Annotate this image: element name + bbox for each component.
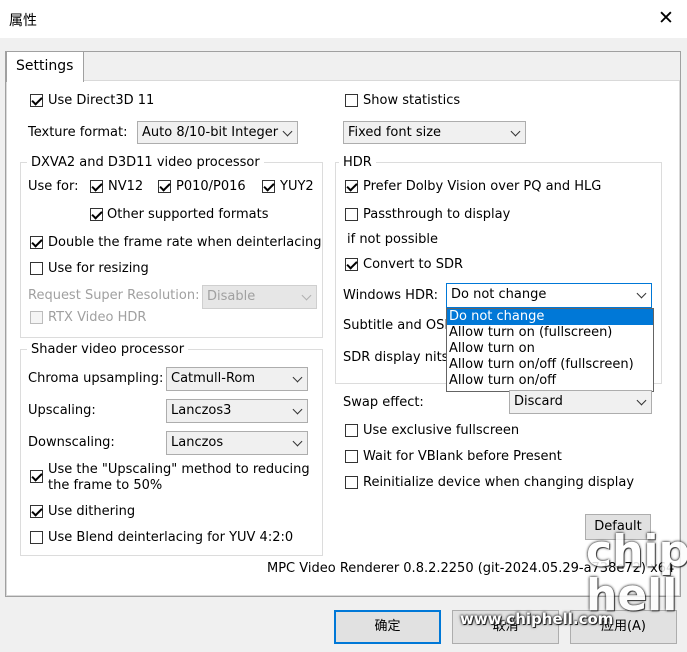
downscaling-value: Lanczos xyxy=(171,435,224,450)
windows-hdr-option[interactable]: Allow turn on xyxy=(447,341,653,357)
hdr-group-title: HDR xyxy=(339,155,376,170)
exclusive-fullscreen-checkbox[interactable] xyxy=(345,424,358,437)
dolby-vision-checkbox[interactable] xyxy=(345,180,358,193)
upscaling-label: Upscaling: xyxy=(28,403,96,418)
chevron-down-icon xyxy=(510,126,521,137)
passthrough-checkbox[interactable] xyxy=(345,208,358,221)
show-stats-label: Show statistics xyxy=(363,93,461,108)
convert-sdr-checkbox[interactable] xyxy=(345,258,358,271)
tab-settings[interactable]: Settings xyxy=(6,51,84,82)
chroma-select[interactable]: Catmull-Rom xyxy=(166,367,308,391)
exclusive-fullscreen-label: Use exclusive fullscreen xyxy=(363,423,520,438)
upscaling-value: Lanczos3 xyxy=(171,403,232,418)
font-size-value: Fixed font size xyxy=(348,125,442,140)
double-frame-rate-label: Double the frame rate when deinterlacing xyxy=(48,235,322,250)
use-for-resizing-label: Use for resizing xyxy=(48,261,149,276)
shader-group-title: Shader video processor xyxy=(27,342,189,357)
windows-hdr-option[interactable]: Allow turn on/off (fullscreen) xyxy=(447,357,653,373)
chevron-down-icon xyxy=(301,290,312,301)
chevron-down-icon xyxy=(636,288,647,299)
other-formats-label: Other supported formats xyxy=(107,207,269,222)
texture-format-label: Texture format: xyxy=(28,125,128,140)
passthrough-label: Passthrough to display xyxy=(363,207,511,222)
request-super-res-select[interactable]: Disable xyxy=(202,285,317,309)
use-for-resizing-checkbox[interactable] xyxy=(30,262,43,275)
chevron-down-icon xyxy=(292,372,303,383)
wait-vblank-checkbox[interactable] xyxy=(345,450,358,463)
windows-hdr-option[interactable]: Allow turn on (fullscreen) xyxy=(447,325,653,341)
watermark-logo: chip hell xyxy=(586,526,687,621)
use-d3d11-label: Use Direct3D 11 xyxy=(48,93,155,108)
yuy2-label: YUY2 xyxy=(280,179,314,194)
reinit-device-checkbox[interactable] xyxy=(345,476,358,489)
use-d3d11-checkbox[interactable] xyxy=(30,94,43,107)
windows-hdr-dropdown: Do not change Allow turn on (fullscreen)… xyxy=(446,308,654,392)
swap-effect-label: Swap effect: xyxy=(343,395,424,410)
use-for-label: Use for: xyxy=(28,179,79,194)
title-bar xyxy=(0,0,687,38)
upscaling-select[interactable]: Lanczos3 xyxy=(166,399,308,423)
upscaling-method-line2: the frame to 50% xyxy=(48,478,163,493)
request-super-res-label: Request Super Resolution: xyxy=(28,288,200,303)
chroma-label: Chroma upsampling: xyxy=(28,371,164,386)
watermark-site: www.chiphell.com xyxy=(460,610,614,628)
rtx-hdr-label: RTX Video HDR xyxy=(48,310,147,325)
chevron-down-icon xyxy=(636,395,647,406)
upscaling-method-label: Use the "Upscaling" method to reducing t… xyxy=(48,462,310,494)
p010-label: P010/P016 xyxy=(176,179,246,194)
convert-sdr-label: Convert to SDR xyxy=(363,257,464,272)
subtitle-osd-label: Subtitle and OSD xyxy=(343,318,455,333)
dithering-checkbox[interactable] xyxy=(30,505,43,518)
ok-button[interactable]: 确定 xyxy=(334,610,441,644)
chevron-down-icon xyxy=(282,126,293,137)
windows-hdr-option[interactable]: Allow turn on/off xyxy=(447,373,653,389)
close-icon[interactable]: ✕ xyxy=(652,4,680,32)
window-title: 属性 xyxy=(9,13,37,29)
p010-checkbox[interactable] xyxy=(158,180,171,193)
windows-hdr-value: Do not change xyxy=(451,287,547,302)
rtx-hdr-checkbox[interactable] xyxy=(30,311,43,324)
request-super-res-value: Disable xyxy=(207,289,256,304)
dolby-vision-label: Prefer Dolby Vision over PQ and HLG xyxy=(363,179,602,194)
swap-effect-select[interactable]: Discard xyxy=(509,390,652,414)
texture-format-value: Auto 8/10-bit Integer xyxy=(142,125,279,140)
dxva-group-title: DXVA2 and D3D11 video processor xyxy=(27,155,264,170)
upscaling-method-checkbox[interactable] xyxy=(30,470,43,483)
reinit-device-label: Reinitialize device when changing displa… xyxy=(363,475,635,490)
blend-deint-label: Use Blend deinterlacing for YUV 4:2:0 xyxy=(48,530,294,545)
font-size-select[interactable]: Fixed font size xyxy=(343,121,526,144)
windows-hdr-label: Windows HDR: xyxy=(343,288,438,303)
other-formats-checkbox[interactable] xyxy=(90,208,103,221)
yuy2-checkbox[interactable] xyxy=(262,180,275,193)
nv12-label: NV12 xyxy=(108,179,144,194)
tab-settings-label: Settings xyxy=(16,58,74,74)
show-stats-checkbox[interactable] xyxy=(345,94,358,107)
nv12-checkbox[interactable] xyxy=(90,180,103,193)
sdr-nits-label: SDR display nits: xyxy=(343,350,453,365)
upscaling-method-line1: Use the "Upscaling" method to reducing xyxy=(48,462,310,477)
if-not-possible-label: if not possible xyxy=(347,232,438,247)
dithering-label: Use dithering xyxy=(48,504,136,519)
chevron-down-icon xyxy=(292,436,303,447)
windows-hdr-select[interactable]: Do not change xyxy=(446,283,652,308)
double-frame-rate-checkbox[interactable] xyxy=(30,236,43,249)
swap-effect-value: Discard xyxy=(514,394,563,409)
windows-hdr-option[interactable]: Do not change xyxy=(447,309,653,325)
wait-vblank-label: Wait for VBlank before Present xyxy=(363,449,562,464)
texture-format-select[interactable]: Auto 8/10-bit Integer xyxy=(137,121,298,144)
downscaling-label: Downscaling: xyxy=(28,435,115,450)
blend-deint-checkbox[interactable] xyxy=(30,531,43,544)
chevron-down-icon xyxy=(292,404,303,415)
chroma-value: Catmull-Rom xyxy=(171,371,256,386)
downscaling-select[interactable]: Lanczos xyxy=(166,431,308,455)
